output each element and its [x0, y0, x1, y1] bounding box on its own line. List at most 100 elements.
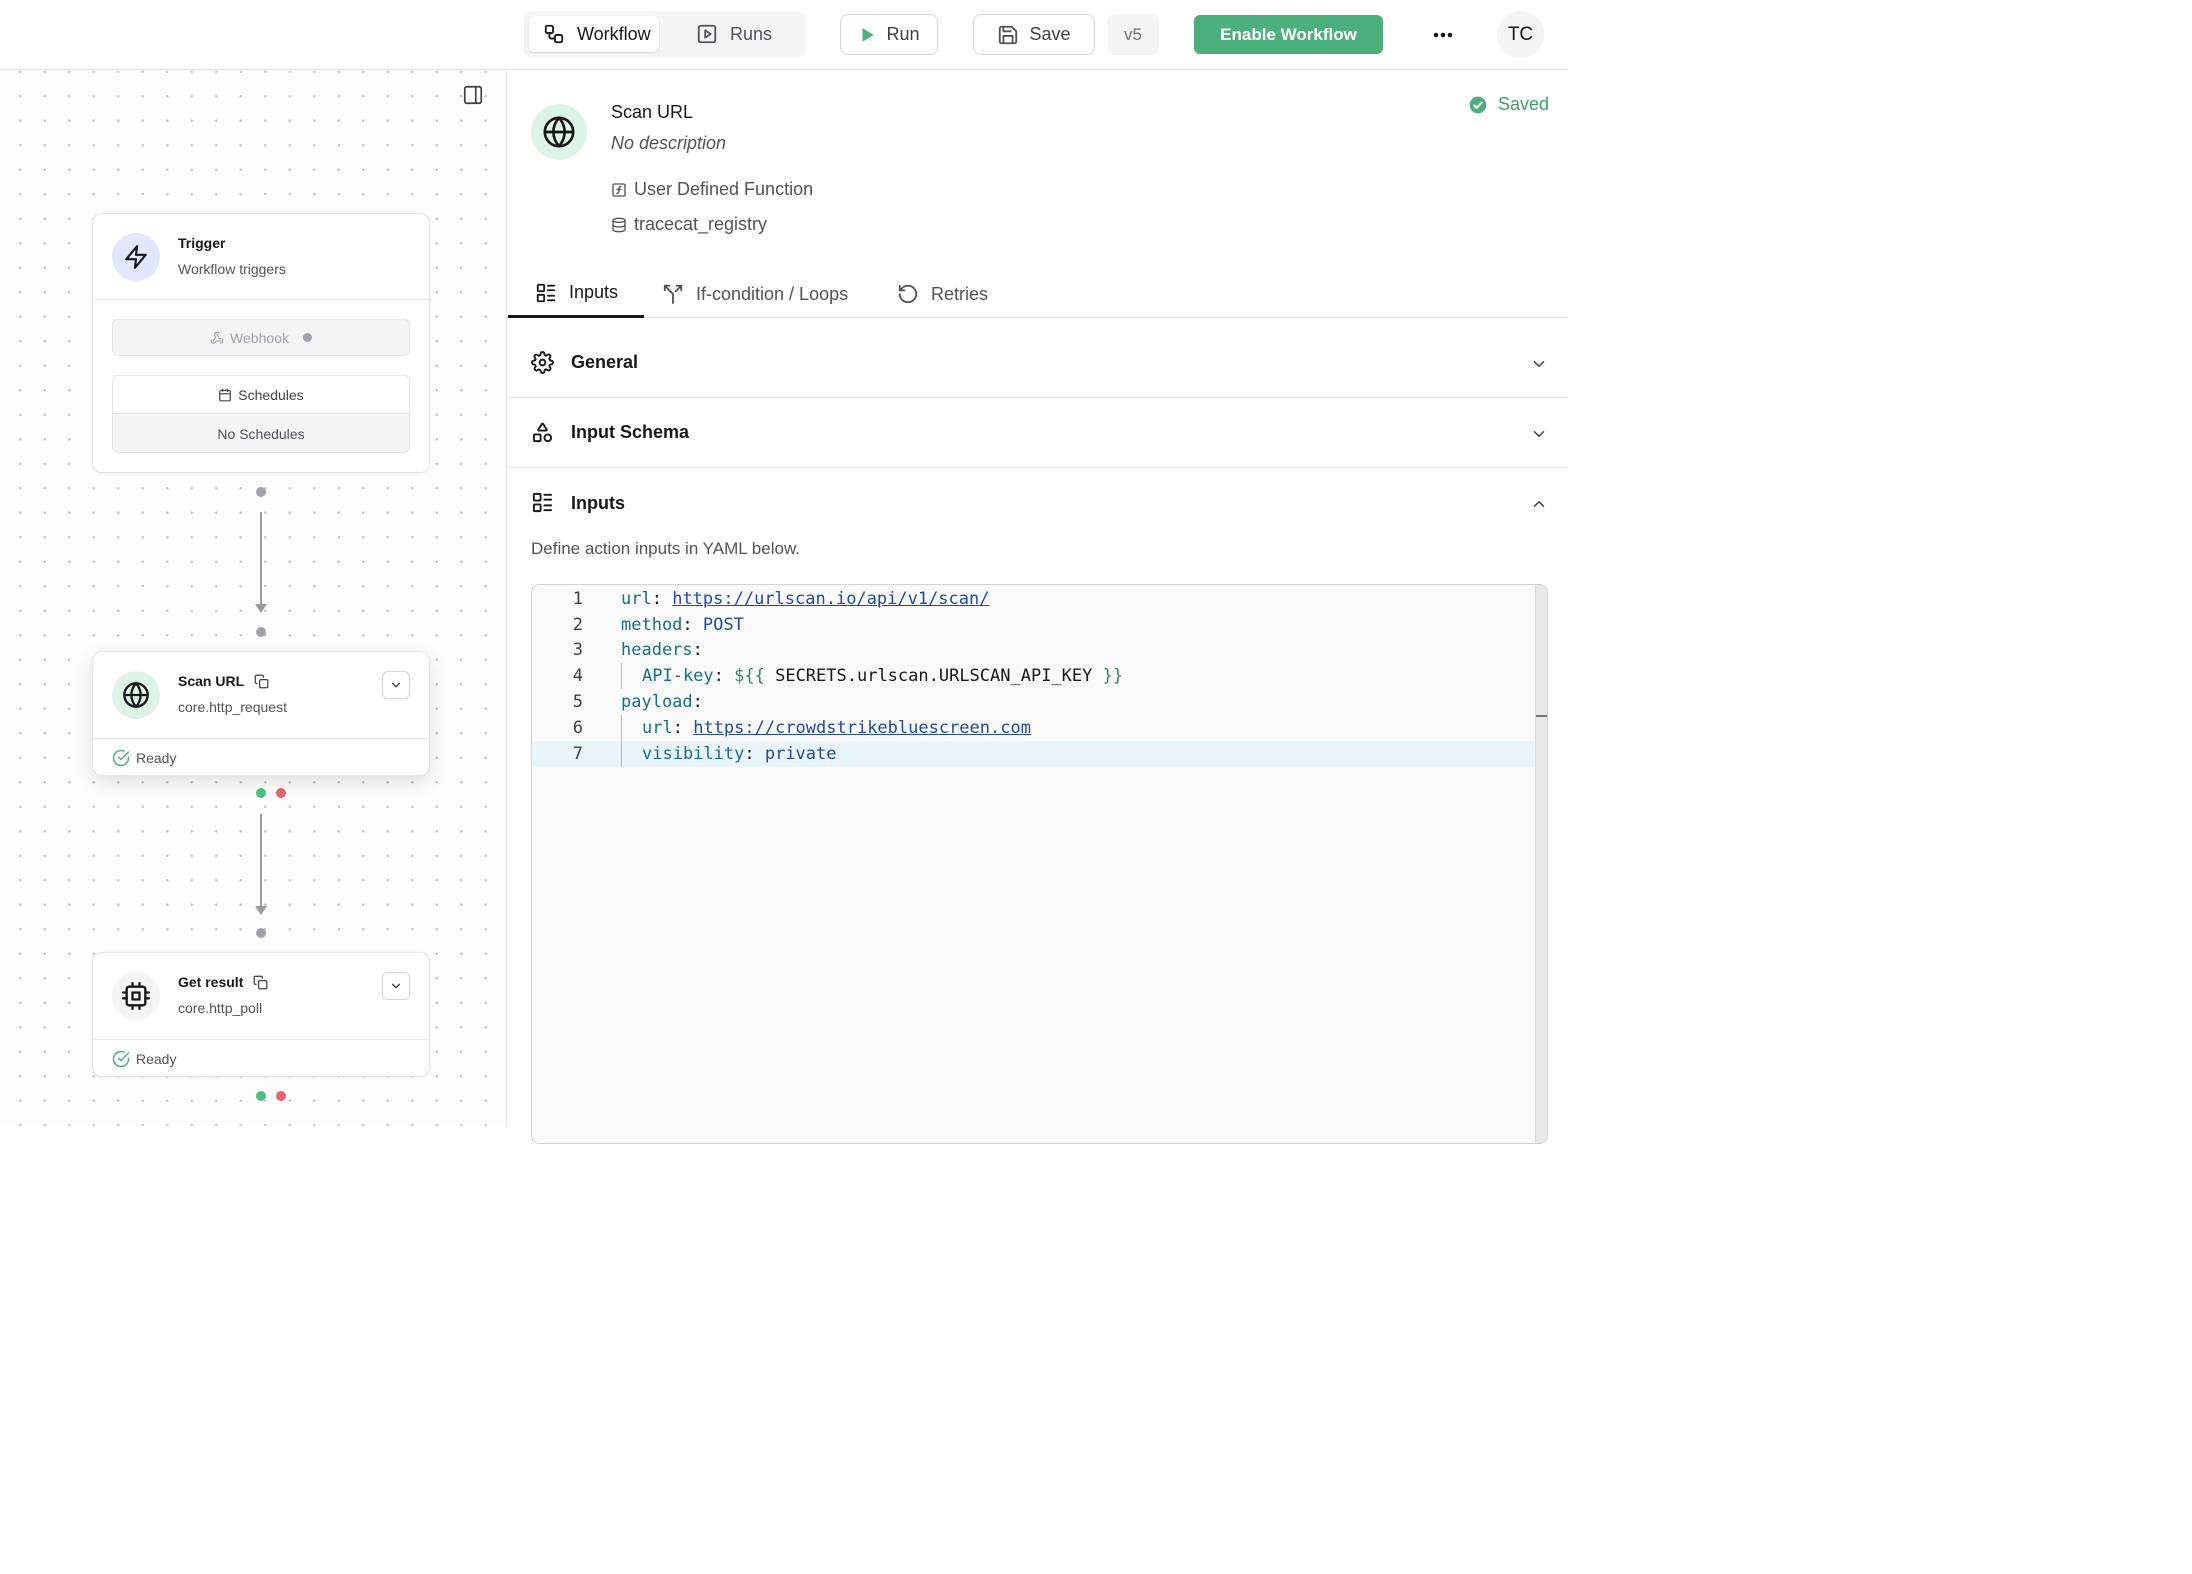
save-status: Saved	[1468, 94, 1549, 115]
scan-url-menu-button[interactable]	[382, 671, 410, 699]
template-open: ${{	[734, 666, 765, 687]
scan-url-input-handle[interactable]	[256, 627, 266, 637]
webhook-button[interactable]: Webhook	[112, 319, 410, 356]
action-type-label: User Defined Function	[634, 179, 814, 199]
scan-url-node[interactable]: Scan URL core.http_request Ready	[92, 651, 430, 776]
section-inputs-title: Inputs	[571, 492, 625, 513]
tab-if-condition-loops-label: If-condition / Loops	[696, 283, 849, 304]
code-line-active[interactable]: 7 visibility: private	[532, 740, 1536, 767]
top-bar: Workflow Runs Run Save v5 Enable Workflo…	[0, 0, 1568, 70]
code-line[interactable]: 2 method: POST	[532, 612, 1536, 638]
split-icon	[662, 283, 684, 305]
tab-retries[interactable]: Retries	[897, 270, 988, 318]
get-result-node[interactable]: Get result core.http_poll Ready	[92, 952, 430, 1077]
yaml-editor[interactable]: 1 url: https://urlscan.io/api/v1/scan/ 2…	[531, 584, 1548, 1144]
tab-runs[interactable]: Runs	[682, 16, 786, 52]
get-result-input-handle[interactable]	[256, 928, 266, 938]
copy-icon[interactable]	[253, 975, 268, 990]
action-description[interactable]: No description	[611, 133, 726, 154]
scan-url-node-header: Scan URL core.http_request	[93, 652, 429, 738]
webhook-status-dot	[302, 333, 312, 342]
list-icon	[531, 491, 554, 514]
code-text: url: https://urlscan.io/api/v1/scan/	[621, 589, 989, 609]
tab-if-condition-loops[interactable]: If-condition / Loops	[662, 270, 848, 318]
save-status-label: Saved	[1497, 94, 1549, 114]
version-badge[interactable]: v5	[1107, 14, 1159, 55]
yaml-colon: :	[713, 666, 735, 687]
tab-workflow[interactable]: Workflow	[529, 16, 659, 52]
schedules-empty: No Schedules	[113, 414, 409, 452]
code-text: method: POST	[621, 615, 744, 635]
get-result-error-handle[interactable]	[276, 1091, 286, 1101]
yaml-key: method	[621, 614, 683, 635]
line-number: 5	[572, 692, 583, 713]
code-line[interactable]: 3 headers:	[532, 638, 1536, 664]
yaml-value: private	[764, 743, 837, 764]
inputs-hint: Define action inputs in YAML below.	[531, 539, 801, 558]
check-circle-filled-icon	[1468, 95, 1488, 115]
zap-icon	[123, 244, 149, 270]
play-square-icon	[696, 23, 718, 45]
section-input-schema-title: Input Schema	[571, 422, 690, 442]
get-result-title-text: Get result	[178, 974, 244, 990]
get-result-status-label: Ready	[136, 1050, 177, 1067]
section-general-title: General	[571, 352, 639, 372]
yaml-colon: :	[744, 743, 765, 764]
scan-url-success-handle[interactable]	[256, 788, 266, 798]
yaml-link[interactable]: https://urlscan.io/api/v1/scan/	[672, 589, 989, 609]
yaml-link[interactable]: https://crowdstrikebluescreen.com	[693, 718, 1031, 738]
trigger-title: Trigger	[178, 235, 226, 251]
chevron-down-icon	[389, 678, 403, 692]
save-button[interactable]: Save	[973, 14, 1095, 55]
scan-url-title: Scan URL	[178, 673, 269, 689]
scrollbar-marker	[1536, 715, 1547, 717]
webhook-icon	[210, 331, 224, 345]
trigger-node[interactable]: Trigger Workflow triggers Webhook Schedu…	[92, 213, 430, 473]
yaml-key: visibility	[642, 743, 745, 764]
schedules-button[interactable]: Schedules	[113, 376, 409, 414]
chevron-down-icon	[1530, 425, 1548, 443]
line-number: 3	[572, 640, 583, 661]
enable-workflow-button[interactable]: Enable Workflow	[1194, 15, 1383, 54]
chevron-up-icon	[1530, 495, 1548, 513]
yaml-colon: :	[692, 692, 703, 713]
code-line[interactable]: 4 API-key: ${{ SECRETS.urlscan.URLSCAN_A…	[532, 663, 1536, 690]
trigger-output-handle[interactable]	[256, 487, 266, 497]
list-icon	[535, 282, 557, 304]
tab-inputs[interactable]: Inputs	[508, 270, 645, 318]
section-input-schema[interactable]: Input Schema	[508, 398, 1568, 468]
code-line[interactable]: 6 url: https://crowdstrikebluescreen.com	[532, 715, 1536, 741]
check-circle-icon	[112, 1050, 130, 1068]
yaml-key: API-key	[642, 666, 714, 687]
yaml-colon: :	[651, 588, 673, 609]
code-text: API-key: ${{ SECRETS.urlscan.URLSCAN_API…	[642, 666, 1123, 686]
code-text: headers:	[621, 640, 703, 660]
editor-scrollbar[interactable]	[1535, 585, 1547, 1143]
avatar[interactable]: TC	[1497, 11, 1544, 58]
code-line[interactable]: 1 url: https://urlscan.io/api/v1/scan/	[532, 586, 1536, 612]
workflow-icon	[543, 23, 565, 45]
schedules-box: Schedules No Schedules	[112, 375, 410, 453]
get-result-title: Get result	[178, 974, 268, 990]
panel-toggle-button[interactable]	[462, 84, 484, 106]
check-circle-icon	[112, 749, 130, 767]
get-result-menu-button[interactable]	[382, 972, 410, 1000]
workflow-canvas[interactable]: Trigger Workflow triggers Webhook Schedu…	[0, 70, 507, 1126]
section-inputs[interactable]: Inputs	[508, 468, 1568, 538]
code-line[interactable]: 5 payload:	[532, 689, 1536, 715]
indent-guide	[621, 715, 622, 741]
more-options-button[interactable]	[1424, 20, 1462, 50]
scan-url-status: Ready	[93, 738, 429, 776]
run-button[interactable]: Run	[840, 14, 938, 55]
database-icon	[611, 217, 627, 233]
scan-url-error-handle[interactable]	[276, 788, 286, 798]
trigger-subtitle: Workflow triggers	[178, 261, 286, 277]
yaml-colon: :	[682, 614, 703, 635]
action-title[interactable]: Scan URL	[611, 102, 693, 123]
copy-icon[interactable]	[254, 674, 269, 689]
section-general[interactable]: General	[508, 328, 1568, 398]
get-result-success-handle[interactable]	[256, 1091, 266, 1101]
action-panel: Scan URL No description User Defined Fun…	[508, 70, 1568, 1144]
code-text: payload:	[621, 692, 703, 712]
shapes-icon	[531, 421, 554, 444]
